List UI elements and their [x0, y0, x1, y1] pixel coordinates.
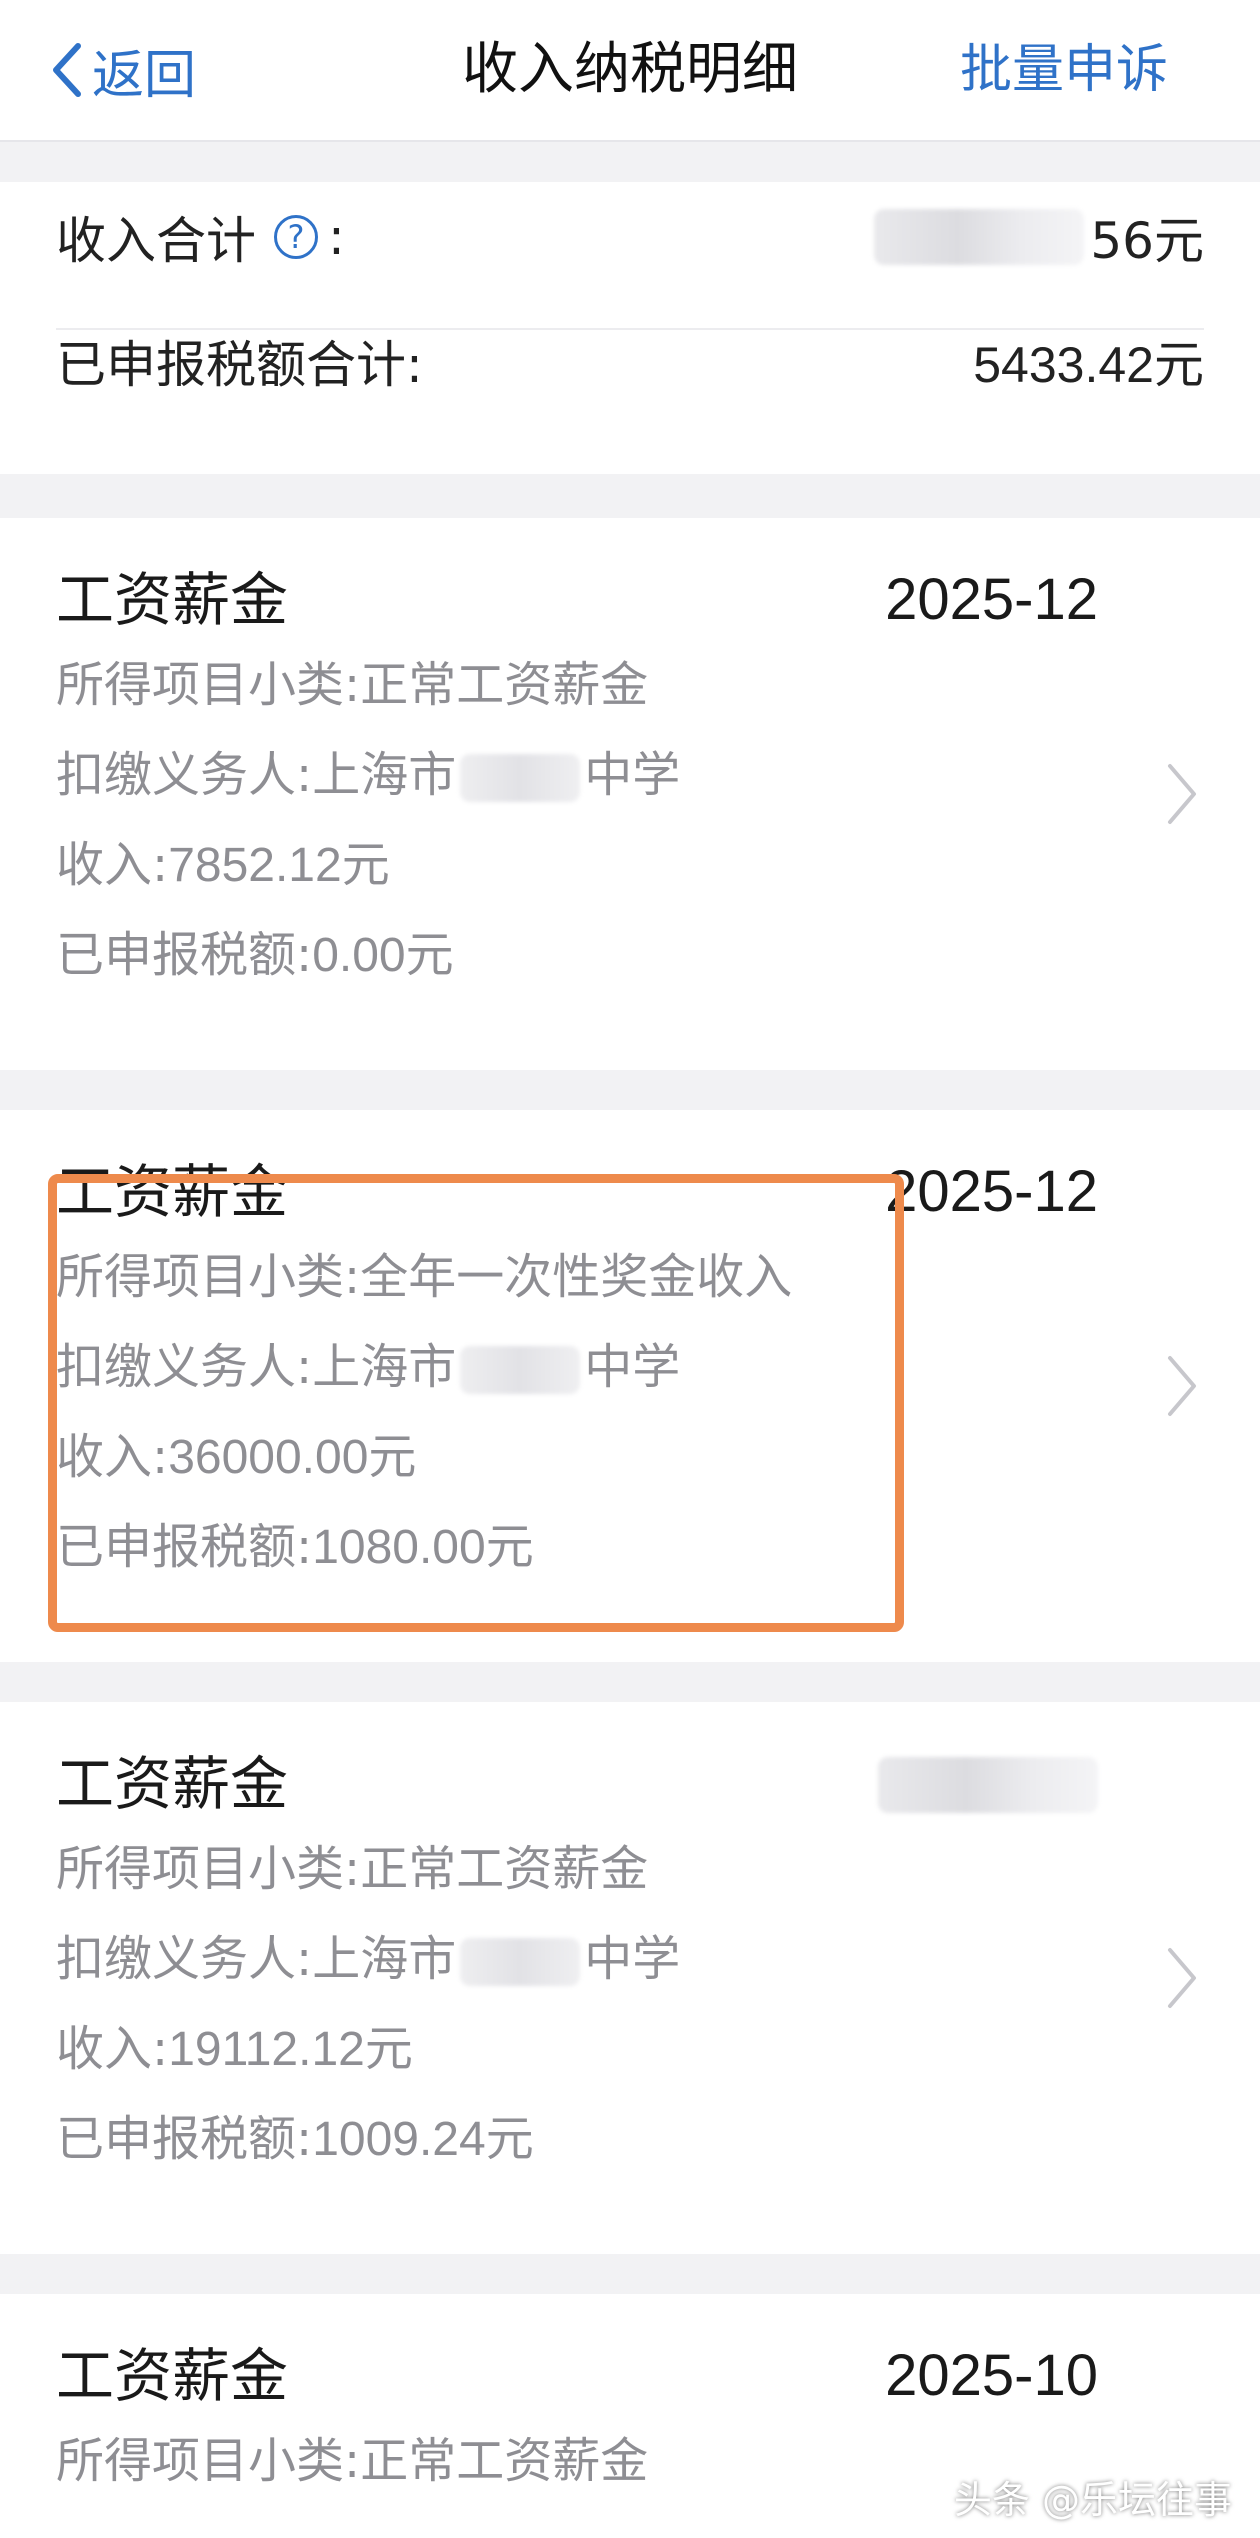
withholder-label: 扣缴义务人:: [56, 1931, 313, 1987]
chevron-right-icon: [1168, 1948, 1196, 2008]
subcategory-label: 所得项目小类:: [56, 657, 361, 713]
help-icon[interactable]: ?: [274, 215, 318, 259]
subcategory-value: 正常工资薪金: [360, 657, 649, 713]
chevron-right-icon: [1168, 764, 1196, 824]
redaction-blur: [460, 1346, 581, 1394]
tax-label: 已申报税额:: [56, 1519, 313, 1575]
record-title: 工资薪金: [56, 566, 289, 634]
withholder-suffix: 中学: [584, 1931, 681, 1987]
income-value: 36000.00元: [168, 1431, 417, 1484]
income-label: 收入:: [56, 837, 169, 893]
income-total-colon: :: [328, 208, 345, 266]
record-withholder: 扣缴义务人:上海市 中学: [56, 1924, 680, 1994]
withholder-suffix: 中学: [584, 747, 681, 803]
record-tax: 已申报税额:1080.00元: [56, 1512, 534, 1583]
withholder-prefix: 上海市: [312, 1339, 457, 1395]
tax-total-label: 已申报税额合计:: [56, 336, 423, 394]
record-subcategory: 所得项目小类:正常工资薪金: [56, 650, 648, 720]
record-income: 收入:7852.12元: [56, 830, 390, 901]
record-tax: 已申报税额:1009.24元: [56, 2104, 534, 2175]
income-total-label: 收入合计: [56, 212, 256, 270]
record-income: 收入:36000.00元: [56, 1422, 416, 1493]
chevron-right-icon: [1168, 1356, 1196, 1416]
record-withholder: 扣缴义务人:上海市 中学: [56, 1332, 680, 1402]
subcategory-value: 全年一次性奖金收入: [360, 1249, 793, 1305]
subcategory-value: 正常工资薪金: [360, 1841, 649, 1897]
subcategory-value: 正常工资薪金: [360, 2433, 649, 2489]
tax-label: 已申报税额:: [56, 927, 313, 983]
withholder-prefix: 上海市: [312, 747, 457, 803]
summary-panel: 收入合计 ? : 56元 已申报税额合计: 5433.42元: [0, 182, 1260, 474]
income-label: 收入:: [56, 2021, 169, 2077]
income-record-card[interactable]: 工资薪金 2025-12 所得项目小类:全年一次性奖金收入 扣缴义务人:上海市 中…: [0, 1110, 1260, 1662]
record-title: 工资薪金: [56, 1158, 289, 1226]
income-total-row: 收入合计 ? : 56元: [56, 182, 1204, 292]
record-title: 工资薪金: [56, 2342, 289, 2410]
tax-value: 0.00元: [312, 929, 454, 982]
income-value: 19112.12元: [168, 2023, 413, 2076]
income-total-visible: 56元: [1090, 212, 1204, 270]
record-title: 工资薪金: [56, 1750, 289, 1818]
withholder-label: 扣缴义务人:: [56, 1339, 313, 1395]
tax-total-value: 5433.42元: [973, 337, 1204, 393]
tax-total-row: 已申报税额合计: 5433.42元: [56, 306, 1204, 416]
record-tax: 已申报税额:0.00元: [56, 920, 454, 991]
subcategory-label: 所得项目小类:: [56, 2433, 361, 2489]
record-subcategory: 所得项目小类:正常工资薪金: [56, 1834, 648, 1904]
withholder-suffix: 中学: [584, 1339, 681, 1395]
record-date-obscured: [878, 1754, 1098, 1814]
income-record-card[interactable]: 工资薪金 所得项目小类:正常工资薪金 扣缴义务人:上海市 中学 收入:19112.…: [0, 1702, 1260, 2254]
tax-value: 1080.00元: [312, 1521, 534, 1574]
subcategory-label: 所得项目小类:: [56, 1249, 361, 1305]
record-date: 2025-12: [885, 1159, 1098, 1224]
nav-bar: 返回 收入纳税明细 批量申诉: [0, 0, 1260, 142]
record-income: 收入:19112.12元: [56, 2014, 413, 2085]
income-total-value: 56元: [874, 201, 1204, 273]
record-date: 2025-10: [885, 2343, 1098, 2408]
withholder-prefix: 上海市: [312, 1931, 457, 1987]
redaction-blur: [460, 754, 581, 802]
record-date: 2025-12: [885, 567, 1098, 632]
income-label: 收入:: [56, 1429, 169, 1485]
income-total-label-group: 收入合计 ? :: [56, 201, 345, 273]
withholder-label: 扣缴义务人:: [56, 747, 313, 803]
income-record-card[interactable]: 工资薪金 2025-12 所得项目小类:正常工资薪金 扣缴义务人:上海市 中学 收…: [0, 518, 1260, 1070]
record-subcategory: 所得项目小类:全年一次性奖金收入: [56, 1242, 792, 1312]
record-withholder: 扣缴义务人:上海市 中学: [56, 740, 680, 810]
tax-label: 已申报税额:: [56, 2111, 313, 2167]
redaction-blur: [878, 1757, 1098, 1813]
redaction-blur: [460, 1938, 581, 1986]
tax-value: 1009.24元: [312, 2113, 534, 2166]
record-subcategory: 所得项目小类:正常工资薪金: [56, 2426, 648, 2496]
income-value: 7852.12元: [168, 839, 390, 892]
subcategory-label: 所得项目小类:: [56, 1841, 361, 1897]
batch-appeal-button[interactable]: 批量申诉: [960, 30, 1168, 110]
redaction-blur: [874, 209, 1085, 265]
watermark-text: 头条 @乐坛往事: [953, 2478, 1232, 2522]
